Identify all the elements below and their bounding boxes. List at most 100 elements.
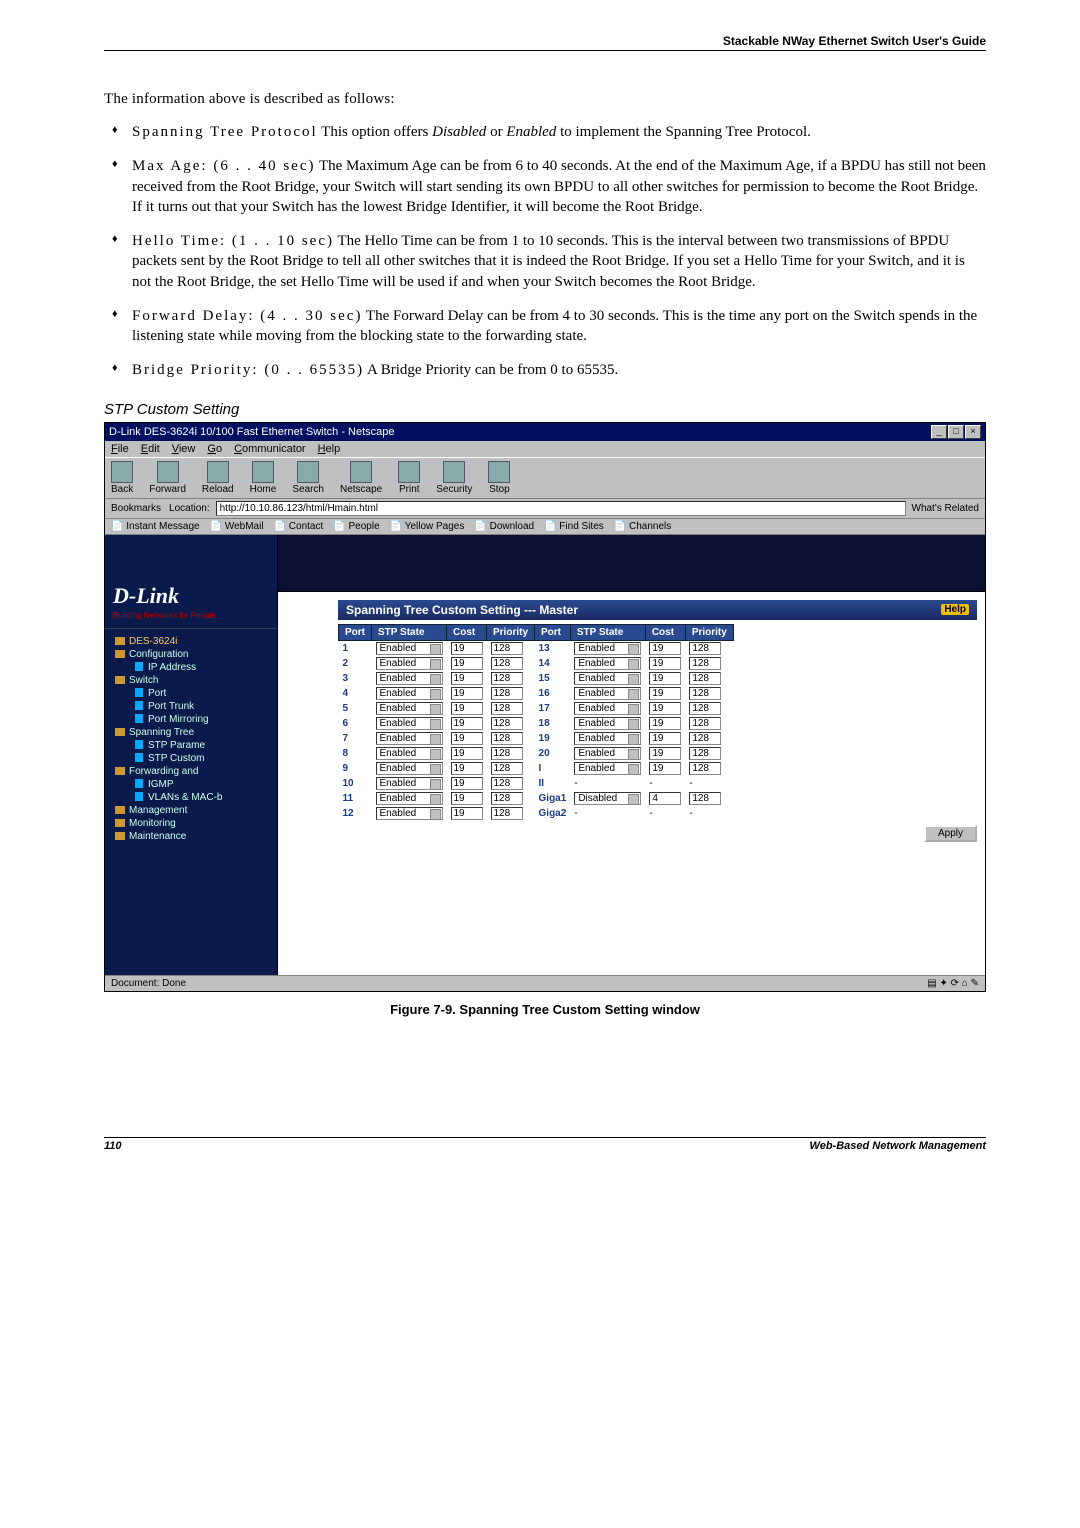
channel-link[interactable]: 📄 Contact xyxy=(274,521,324,532)
stp-state-select[interactable]: Enabled xyxy=(574,702,641,715)
value-input[interactable]: 19 xyxy=(649,702,681,715)
toolbar-netscape-button[interactable]: Netscape xyxy=(340,461,382,495)
stp-state-select[interactable]: Enabled xyxy=(574,732,641,745)
channel-link[interactable]: 📄 Instant Message xyxy=(111,521,200,532)
value-input[interactable]: 128 xyxy=(491,777,523,790)
value-input[interactable]: 128 xyxy=(689,687,721,700)
value-input[interactable]: 128 xyxy=(491,702,523,715)
stp-state-select[interactable]: Enabled xyxy=(574,762,641,775)
menu-bar[interactable]: FileEditViewGoCommunicatorHelp xyxy=(105,441,985,457)
stp-state-select[interactable]: Enabled xyxy=(376,762,443,775)
value-input[interactable]: 19 xyxy=(451,687,483,700)
stp-state-select[interactable]: Enabled xyxy=(376,792,443,805)
channel-link[interactable]: 📄 Channels xyxy=(614,521,671,532)
value-input[interactable]: 19 xyxy=(451,732,483,745)
toolbar-print-button[interactable]: Print xyxy=(398,461,420,495)
value-input[interactable]: 19 xyxy=(649,672,681,685)
sidebar-item[interactable]: Port Trunk xyxy=(109,700,273,713)
toolbar-reload-button[interactable]: Reload xyxy=(202,461,234,495)
close-icon[interactable]: × xyxy=(965,425,981,439)
toolbar-home-button[interactable]: Home xyxy=(250,461,277,495)
value-input[interactable]: 19 xyxy=(649,657,681,670)
sidebar-item[interactable]: Port Mirroring xyxy=(109,713,273,726)
stp-state-select[interactable]: Enabled xyxy=(376,687,443,700)
bookmarks-label[interactable]: Bookmarks xyxy=(111,503,161,514)
stp-state-select[interactable]: Enabled xyxy=(376,777,443,790)
value-input[interactable]: 4 xyxy=(649,792,681,805)
value-input[interactable]: 128 xyxy=(689,747,721,760)
value-input[interactable]: 19 xyxy=(649,717,681,730)
channel-link[interactable]: 📄 Yellow Pages xyxy=(390,521,465,532)
value-input[interactable]: 128 xyxy=(689,762,721,775)
sidebar-item[interactable]: IP Address xyxy=(109,661,273,674)
value-input[interactable]: 19 xyxy=(649,762,681,775)
stp-state-select[interactable]: Enabled xyxy=(376,642,443,655)
value-input[interactable]: 19 xyxy=(451,657,483,670)
stp-state-select[interactable]: Enabled xyxy=(376,672,443,685)
sidebar-item[interactable]: Management xyxy=(109,804,273,817)
toolbar-security-button[interactable]: Security xyxy=(436,461,472,495)
stp-state-select[interactable]: Disabled xyxy=(574,792,641,805)
value-input[interactable]: 128 xyxy=(491,672,523,685)
value-input[interactable]: 128 xyxy=(689,642,721,655)
value-input[interactable]: 19 xyxy=(451,792,483,805)
sidebar-item[interactable]: Maintenance xyxy=(109,830,273,843)
minimize-icon[interactable]: _ xyxy=(931,425,947,439)
maximize-icon[interactable]: □ xyxy=(948,425,964,439)
value-input[interactable]: 19 xyxy=(451,807,483,820)
value-input[interactable]: 128 xyxy=(491,762,523,775)
value-input[interactable]: 128 xyxy=(689,672,721,685)
menu-communicator[interactable]: Communicator xyxy=(234,443,306,455)
value-input[interactable]: 19 xyxy=(649,642,681,655)
channel-bar[interactable]: 📄 Instant Message 📄 WebMail 📄 Contact 📄 Peo… xyxy=(105,519,985,535)
value-input[interactable]: 128 xyxy=(491,732,523,745)
menu-view[interactable]: View xyxy=(172,443,196,455)
value-input[interactable]: 19 xyxy=(451,717,483,730)
stp-state-select[interactable]: Enabled xyxy=(574,672,641,685)
apply-button[interactable]: Apply xyxy=(924,825,977,842)
value-input[interactable]: 128 xyxy=(491,747,523,760)
nav-toolbar[interactable]: Back Forward Reload Home Search Netscape Print… xyxy=(105,457,985,499)
stp-state-select[interactable]: Enabled xyxy=(376,747,443,760)
value-input[interactable]: 128 xyxy=(689,792,721,805)
sidebar-item[interactable]: Monitoring xyxy=(109,817,273,830)
value-input[interactable]: 19 xyxy=(451,777,483,790)
channel-link[interactable]: 📄 People xyxy=(333,521,379,532)
stp-state-select[interactable]: Enabled xyxy=(376,702,443,715)
nav-tree[interactable]: DES-3624iConfigurationIP AddressSwitchPo… xyxy=(105,629,277,849)
value-input[interactable]: 19 xyxy=(649,687,681,700)
value-input[interactable]: 128 xyxy=(491,642,523,655)
sidebar-item[interactable]: Forwarding and xyxy=(109,765,273,778)
value-input[interactable]: 128 xyxy=(689,657,721,670)
value-input[interactable]: 19 xyxy=(649,732,681,745)
value-input[interactable]: 19 xyxy=(451,747,483,760)
value-input[interactable]: 128 xyxy=(491,687,523,700)
stp-state-select[interactable]: Enabled xyxy=(376,657,443,670)
sidebar-item[interactable]: Port xyxy=(109,687,273,700)
value-input[interactable]: 128 xyxy=(491,792,523,805)
sidebar-item[interactable]: Switch xyxy=(109,674,273,687)
toolbar-back-button[interactable]: Back xyxy=(111,461,133,495)
value-input[interactable]: 19 xyxy=(451,762,483,775)
stp-state-select[interactable]: Enabled xyxy=(574,642,641,655)
stp-state-select[interactable]: Enabled xyxy=(376,807,443,820)
value-input[interactable]: 128 xyxy=(491,717,523,730)
sidebar-item[interactable]: Spanning Tree xyxy=(109,726,273,739)
channel-link[interactable]: 📄 WebMail xyxy=(210,521,264,532)
value-input[interactable]: 128 xyxy=(689,717,721,730)
value-input[interactable]: 128 xyxy=(491,657,523,670)
value-input[interactable]: 128 xyxy=(689,732,721,745)
stp-state-select[interactable]: Enabled xyxy=(574,747,641,760)
value-input[interactable]: 19 xyxy=(451,642,483,655)
toolbar-search-button[interactable]: Search xyxy=(292,461,324,495)
value-input[interactable]: 128 xyxy=(491,807,523,820)
channel-link[interactable]: 📄 Download xyxy=(474,521,534,532)
whats-related-button[interactable]: What's Related xyxy=(912,503,980,514)
stp-state-select[interactable]: Enabled xyxy=(574,687,641,700)
sidebar-item[interactable]: VLANs & MAC-b xyxy=(109,791,273,804)
sidebar-item[interactable]: Configuration xyxy=(109,648,273,661)
sidebar-item[interactable]: IGMP xyxy=(109,778,273,791)
help-button[interactable]: Help xyxy=(941,604,969,615)
toolbar-forward-button[interactable]: Forward xyxy=(149,461,186,495)
sidebar-item[interactable]: STP Custom xyxy=(109,752,273,765)
